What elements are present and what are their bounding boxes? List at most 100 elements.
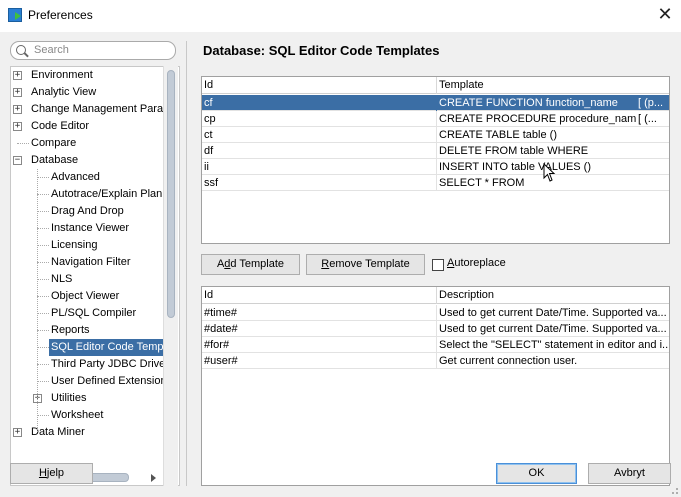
tree-item[interactable]: NLS xyxy=(51,271,72,288)
table-row[interactable]: ii INSERT INTO table VALUES () xyxy=(202,159,669,175)
table-row[interactable]: #date# Used to get current Date/Time. Sup… xyxy=(202,321,669,337)
ok-button[interactable]: OK xyxy=(496,463,577,484)
variable-id-cell[interactable]: #user# xyxy=(202,353,437,369)
template-id-cell[interactable]: cp xyxy=(202,111,437,127)
table-row[interactable]: df DELETE FROM table WHERE xyxy=(202,143,669,159)
template-text-cell[interactable]: CREATE FUNCTION function_name xyxy=(437,95,636,111)
expand-icon[interactable]: + xyxy=(13,122,22,131)
tree-item[interactable]: PL/SQL Compiler xyxy=(51,305,136,322)
title-bar: Preferences ✕ xyxy=(0,0,681,32)
tree-item[interactable]: Advanced xyxy=(51,169,100,186)
tree-item[interactable]: Database xyxy=(31,152,78,169)
template-text-cell[interactable]: DELETE FROM table WHERE xyxy=(437,143,636,159)
template-id-cell[interactable]: ssf xyxy=(202,175,437,191)
template-id-cell[interactable]: cf xyxy=(202,95,437,111)
remove-template-button[interactable]: Remove Template xyxy=(306,254,425,275)
variable-description-cell[interactable]: Select the "SELECT" statement in editor … xyxy=(437,337,669,353)
search-input[interactable]: Search xyxy=(10,41,176,60)
template-args-cell[interactable] xyxy=(636,175,669,191)
tree-item[interactable]: SQL Editor Code Templa xyxy=(49,339,175,356)
panel-splitter[interactable] xyxy=(186,41,187,486)
tree-item[interactable]: Third Party JDBC Driver xyxy=(51,356,169,373)
preferences-tree[interactable]: + Environment + Analytic View + Change Manage… xyxy=(10,66,180,486)
table-row[interactable]: #for# Select the "SELECT" statement in ed… xyxy=(202,337,669,353)
tree-connector xyxy=(37,381,49,382)
tree-item[interactable]: Licensing xyxy=(51,237,97,254)
tree-item[interactable]: Data Miner xyxy=(31,424,85,441)
template-text-cell[interactable]: INSERT INTO table VALUES () xyxy=(437,159,636,175)
column-header-description[interactable]: Description xyxy=(437,287,669,304)
app-icon xyxy=(8,8,22,22)
tree-item[interactable]: Analytic View xyxy=(31,84,96,101)
template-args-cell[interactable] xyxy=(636,159,669,175)
template-text-cell[interactable]: SELECT * FROM xyxy=(437,175,636,191)
window-title: Preferences xyxy=(28,8,93,22)
table-row[interactable]: ct CREATE TABLE table () xyxy=(202,127,669,143)
autoreplace-label[interactable]: Autoreplace xyxy=(447,257,506,269)
variable-id-cell[interactable]: #date# xyxy=(202,321,437,337)
table-row[interactable]: cf CREATE FUNCTION function_name[ (p... xyxy=(202,95,669,111)
template-args-cell[interactable] xyxy=(636,127,669,143)
column-header-id[interactable]: Id xyxy=(202,287,437,304)
table-row[interactable]: #time# Used to get current Date/Time. Sup… xyxy=(202,305,669,321)
tree-item[interactable]: User Defined Extension xyxy=(51,373,167,390)
tree-item[interactable]: Instance Viewer xyxy=(51,220,129,237)
tree-item[interactable]: Navigation Filter xyxy=(51,254,130,271)
add-template-label-post: d Template xyxy=(230,258,285,270)
template-args-cell[interactable]: [ (p... xyxy=(636,95,669,111)
template-id-cell[interactable]: df xyxy=(202,143,437,159)
tree-item[interactable]: Change Management Parar xyxy=(31,101,167,118)
template-text-cell[interactable]: CREATE TABLE table () xyxy=(437,127,636,143)
template-args-cell[interactable]: [ (... xyxy=(636,111,669,127)
tree-connector xyxy=(37,415,49,416)
tree-item[interactable]: Worksheet xyxy=(51,407,103,424)
variable-description-cell[interactable]: Used to get current Date/Time. Supported… xyxy=(437,321,669,337)
variable-id-cell[interactable]: #time# xyxy=(202,305,437,321)
tree-item[interactable]: Object Viewer xyxy=(51,288,119,305)
table-row[interactable]: cp CREATE PROCEDURE procedure_name[ (... xyxy=(202,111,669,127)
tree-item[interactable]: Environment xyxy=(31,67,93,84)
resize-grip-icon[interactable] xyxy=(669,485,679,495)
variables-table[interactable]: Id Description #time# Used to get current… xyxy=(201,286,670,486)
search-icon xyxy=(16,45,26,55)
tree-item[interactable]: Utilities xyxy=(51,390,86,407)
tree-item[interactable]: Code Editor xyxy=(31,118,89,135)
table-row[interactable]: ssf SELECT * FROM xyxy=(202,175,669,191)
template-id-cell[interactable]: ct xyxy=(202,127,437,143)
expand-icon[interactable]: + xyxy=(13,428,22,437)
tree-connector xyxy=(37,169,38,432)
dialog-client: Search + Environment + Analytic View + Change… xyxy=(0,32,681,497)
column-header-id[interactable]: Id xyxy=(202,77,437,94)
cancel-button[interactable]: Avbryt xyxy=(588,463,671,484)
autoreplace-checkbox[interactable] xyxy=(432,259,444,271)
close-icon[interactable]: ✕ xyxy=(649,0,681,32)
variables-table-header: Id Description xyxy=(202,287,669,304)
template-text-cell[interactable]: CREATE PROCEDURE procedure_name xyxy=(437,111,636,127)
collapse-icon[interactable]: − xyxy=(13,156,22,165)
template-id-cell[interactable]: ii xyxy=(202,159,437,175)
templates-table-header: Id Template xyxy=(202,77,669,94)
tree-vertical-scrollbar[interactable] xyxy=(163,66,178,486)
column-header-template[interactable]: Template xyxy=(437,77,669,94)
template-args-cell[interactable] xyxy=(636,143,669,159)
tree-connector xyxy=(37,228,49,229)
tree-connector xyxy=(37,211,49,212)
templates-table[interactable]: Id Template cf CREATE FUNCTION function_n… xyxy=(201,76,670,244)
scroll-right-icon[interactable] xyxy=(151,474,156,482)
variable-description-cell[interactable]: Get current connection user. xyxy=(437,353,669,369)
variable-id-cell[interactable]: #for# xyxy=(202,337,437,353)
tree-item[interactable]: Drag And Drop xyxy=(51,203,124,220)
tree-item[interactable]: Compare xyxy=(31,135,76,152)
tree-item[interactable]: Autotrace/Explain Plan xyxy=(51,186,162,203)
help-button[interactable]: Hjelp xyxy=(10,463,93,484)
tree-connector xyxy=(37,194,49,195)
expand-icon[interactable]: + xyxy=(13,71,22,80)
tree-vertical-scroll-thumb[interactable] xyxy=(167,70,175,318)
expand-icon[interactable]: + xyxy=(13,88,22,97)
add-template-button[interactable]: Add Template xyxy=(201,254,300,275)
variable-description-cell[interactable]: Used to get current Date/Time. Supported… xyxy=(437,305,669,321)
autoreplace-label-rest: utoreplace xyxy=(454,257,506,269)
table-row[interactable]: #user# Get current connection user. xyxy=(202,353,669,369)
tree-item[interactable]: Reports xyxy=(51,322,90,339)
expand-icon[interactable]: + xyxy=(13,105,22,114)
